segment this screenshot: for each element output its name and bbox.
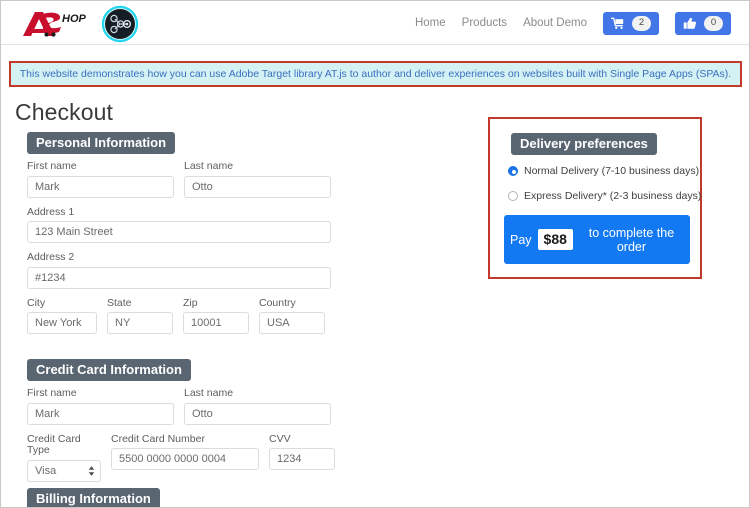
field-address-1: Address 1 — [27, 205, 331, 244]
card-type-select[interactable]: Visa — [27, 459, 101, 482]
cvv-input[interactable] — [269, 448, 335, 471]
cvv-label: CVV — [269, 432, 291, 445]
billing-information-heading: Billing Information — [27, 488, 160, 507]
cc-first-name-input[interactable] — [27, 402, 174, 425]
field-first-name: First name — [27, 160, 174, 198]
adobe-target-icon — [101, 5, 139, 43]
pay-complete-order-button[interactable]: Pay $88 to complete the order — [504, 215, 690, 264]
city-label: City — [27, 296, 46, 309]
first-name-input[interactable] — [27, 175, 174, 198]
nav-link-about-demo[interactable]: About Demo — [523, 17, 587, 29]
credit-card-information-label: Credit Card Information — [27, 359, 191, 381]
card-number-input[interactable] — [111, 448, 259, 471]
form-row-name: First name Last name — [27, 160, 331, 198]
pay-prefix-text: Pay — [510, 232, 532, 247]
cc-last-name-label: Last name — [184, 387, 234, 399]
field-card-type: Credit Card Type Visa — [27, 432, 101, 482]
demo-notice-text: This website demonstrates how you can us… — [19, 68, 732, 80]
nav-link-products[interactable]: Products — [462, 17, 507, 29]
first-name-label: First name — [27, 160, 77, 172]
zip-label: Zip — [183, 296, 198, 309]
last-name-input[interactable] — [184, 175, 331, 198]
field-country: Country — [259, 296, 325, 335]
last-name-label: Last name — [184, 160, 234, 172]
brand-logo-group[interactable]: HOP — [19, 5, 139, 43]
cart-button[interactable]: 2 — [603, 11, 659, 35]
field-last-name: Last name — [184, 160, 331, 198]
field-cvv: CVV — [269, 432, 335, 482]
field-state: State — [107, 296, 173, 335]
field-cc-first-name: First name — [27, 387, 174, 425]
billing-information-label: Billing Information — [27, 488, 160, 507]
delivery-preferences-label: Delivery preferences — [511, 133, 657, 155]
card-type-label: Credit Card Type — [27, 432, 81, 457]
state-input[interactable] — [107, 312, 173, 335]
delivery-option-express-label: Express Delivery* (2-3 business days) — [524, 190, 702, 202]
personal-information-label: Personal Information — [27, 132, 176, 154]
nav-link-home[interactable]: Home — [415, 17, 446, 29]
svg-text:HOP: HOP — [62, 13, 87, 25]
page-title: Checkout — [15, 99, 113, 125]
cart-count-badge: 2 — [632, 15, 651, 31]
form-row-address1: Address 1 — [27, 205, 331, 244]
zip-input[interactable] — [183, 312, 249, 335]
state-label: State — [107, 296, 132, 309]
delivery-option-express[interactable]: Express Delivery* (2-3 business days) — [508, 190, 701, 202]
delivery-preferences-panel: Delivery preferences Normal Delivery (7-… — [488, 117, 702, 279]
address-2-input[interactable] — [27, 266, 331, 289]
browser-viewport: HOP Home Products About Demo 2 0 This we… — [0, 0, 750, 508]
credit-card-information-heading: Credit Card Information — [27, 359, 191, 381]
primary-navigation: Home Products About Demo 2 0 — [415, 1, 731, 45]
ashop-logo-icon: HOP — [19, 9, 91, 39]
delivery-preferences-heading: Delivery preferences — [511, 133, 657, 155]
radio-express-indicator[interactable] — [508, 191, 518, 201]
shopping-cart-icon — [611, 17, 625, 30]
address-1-input[interactable] — [27, 221, 331, 244]
like-count-badge: 0 — [704, 15, 723, 31]
card-type-select-wrap: Visa — [27, 459, 101, 482]
demo-notice-banner: This website demonstrates how you can us… — [9, 61, 742, 87]
card-number-label: Credit Card Number — [111, 432, 205, 445]
form-row-address2: Address 2 — [27, 252, 331, 289]
thumbs-up-icon — [683, 17, 697, 30]
pay-suffix-text: to complete the order — [588, 225, 675, 254]
field-address-2: Address 2 — [27, 252, 331, 289]
personal-information-form: First name Last name Address 1 Address 2… — [27, 160, 331, 335]
country-label: Country — [259, 296, 296, 309]
site-header: HOP Home Products About Demo 2 0 — [1, 1, 749, 45]
field-card-number: Credit Card Number — [111, 432, 259, 482]
cc-last-name-input[interactable] — [184, 402, 331, 425]
pay-amount-text: $88 — [537, 229, 573, 250]
country-input[interactable] — [259, 312, 325, 335]
field-zip: Zip — [183, 296, 249, 335]
radio-normal-indicator[interactable] — [508, 166, 518, 176]
cc-form-row-name: First name Last name — [27, 387, 331, 425]
address-2-label: Address 2 — [27, 251, 75, 264]
delivery-option-normal[interactable]: Normal Delivery (7-10 business days) — [508, 165, 699, 177]
address-1-label: Address 1 — [27, 205, 75, 218]
cc-first-name-label: First name — [27, 387, 77, 399]
like-button[interactable]: 0 — [675, 11, 731, 35]
form-row-city-state-zip-country: City State Zip Country — [27, 296, 331, 335]
city-input[interactable] — [27, 312, 97, 335]
field-city: City — [27, 296, 97, 335]
field-cc-last-name: Last name — [184, 387, 331, 425]
credit-card-information-form: First name Last name Credit Card Type Vi… — [27, 387, 335, 482]
delivery-option-normal-label: Normal Delivery (7-10 business days) — [524, 165, 700, 177]
personal-information-heading: Personal Information — [27, 132, 176, 154]
cc-form-row-card: Credit Card Type Visa Credit Card Number — [27, 432, 335, 482]
